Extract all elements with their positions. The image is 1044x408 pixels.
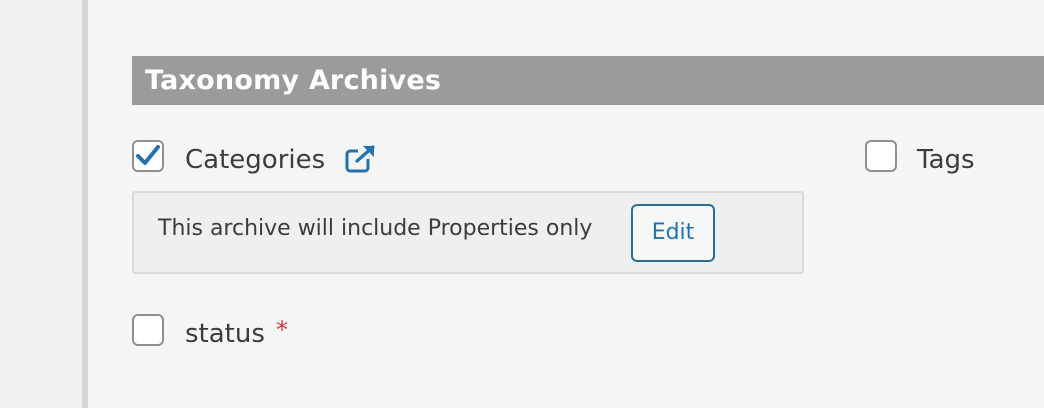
section-title: Taxonomy Archives: [132, 56, 1044, 105]
tags-label[interactable]: Tags: [917, 144, 975, 176]
left-panel: [0, 0, 82, 408]
categories-label[interactable]: Categories: [185, 144, 325, 176]
archive-info-box: This archive will include Properties onl…: [132, 191, 804, 274]
checkmark-icon: [136, 145, 160, 165]
status-label[interactable]: status: [185, 318, 265, 350]
external-link-icon[interactable]: [345, 144, 377, 178]
tags-checkbox[interactable]: [865, 140, 897, 172]
edit-button[interactable]: Edit: [631, 204, 715, 262]
categories-checkbox[interactable]: [132, 140, 164, 172]
archive-info-text: This archive will include Properties onl…: [158, 216, 593, 241]
status-checkbox[interactable]: [132, 314, 164, 346]
main-content: Taxonomy Archives Categories Tags This a…: [88, 0, 1044, 408]
required-marker: *: [276, 316, 288, 344]
